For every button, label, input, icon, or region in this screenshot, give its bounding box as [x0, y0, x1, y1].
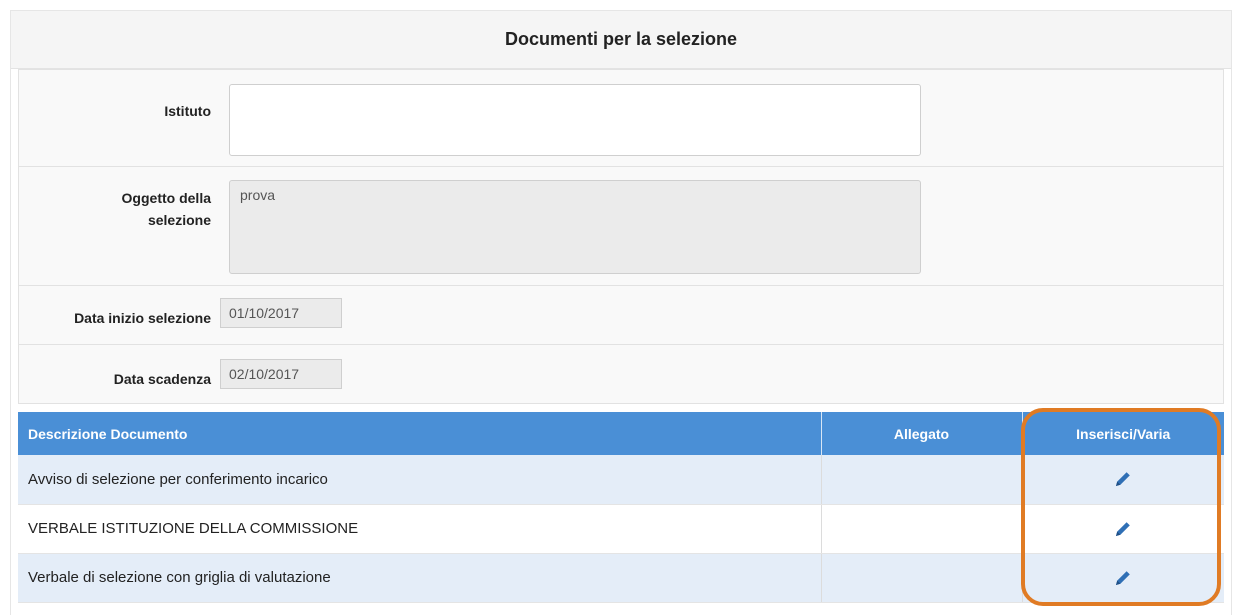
pencil-icon[interactable] — [1113, 519, 1133, 539]
data-scadenza-field[interactable]: 02/10/2017 — [220, 359, 342, 389]
data-scadenza-label: Data scadenza — [113, 371, 211, 387]
table-row: Verbale di selezione con griglia di valu… — [18, 553, 1224, 603]
panel-title: Documenti per la selezione — [11, 11, 1231, 69]
istituto-row: Istituto — [18, 69, 1224, 167]
oggetto-row: Oggetto della selezione prova — [18, 166, 1224, 286]
col-header-descrizione[interactable]: Descrizione Documento — [18, 412, 822, 455]
istituto-field[interactable] — [229, 84, 921, 156]
documents-panel: Documenti per la selezione Istituto Ogge… — [10, 10, 1232, 615]
pencil-icon[interactable] — [1113, 568, 1133, 588]
row-action-cell — [1022, 504, 1224, 554]
row-allegato — [821, 553, 1023, 603]
row-descrizione: Avviso di selezione per conferimento inc… — [18, 455, 822, 505]
row-allegato — [821, 504, 1023, 554]
row-action-cell — [1022, 553, 1224, 603]
oggetto-field[interactable]: prova — [229, 180, 921, 274]
data-inizio-row: Data inizio selezione 01/10/2017 — [18, 285, 1224, 345]
istituto-label: Istituto — [164, 103, 211, 119]
table-row: Avviso di selezione per conferimento inc… — [18, 455, 1224, 505]
row-descrizione: Verbale di selezione con griglia di valu… — [18, 553, 822, 603]
table-row: VERBALE ISTITUZIONE DELLA COMMISSIONE — [18, 504, 1224, 554]
pencil-icon[interactable] — [1113, 469, 1133, 489]
data-inizio-label: Data inizio selezione — [74, 310, 211, 326]
oggetto-label: Oggetto della selezione — [122, 187, 211, 231]
row-allegato — [821, 455, 1023, 505]
oggetto-label-line1: Oggetto della — [121, 190, 211, 206]
documents-table: Descrizione Documento Allegato Inserisci… — [18, 412, 1224, 603]
data-inizio-field[interactable]: 01/10/2017 — [220, 298, 342, 328]
row-action-cell — [1022, 455, 1224, 505]
table-header-row: Descrizione Documento Allegato Inserisci… — [18, 412, 1224, 455]
row-descrizione: VERBALE ISTITUZIONE DELLA COMMISSIONE — [18, 504, 822, 554]
col-header-inserisci[interactable]: Inserisci/Varia — [1022, 412, 1224, 455]
data-scadenza-row: Data scadenza 02/10/2017 — [18, 344, 1224, 404]
col-header-allegato[interactable]: Allegato — [821, 412, 1023, 455]
oggetto-label-line2: selezione — [147, 212, 211, 228]
